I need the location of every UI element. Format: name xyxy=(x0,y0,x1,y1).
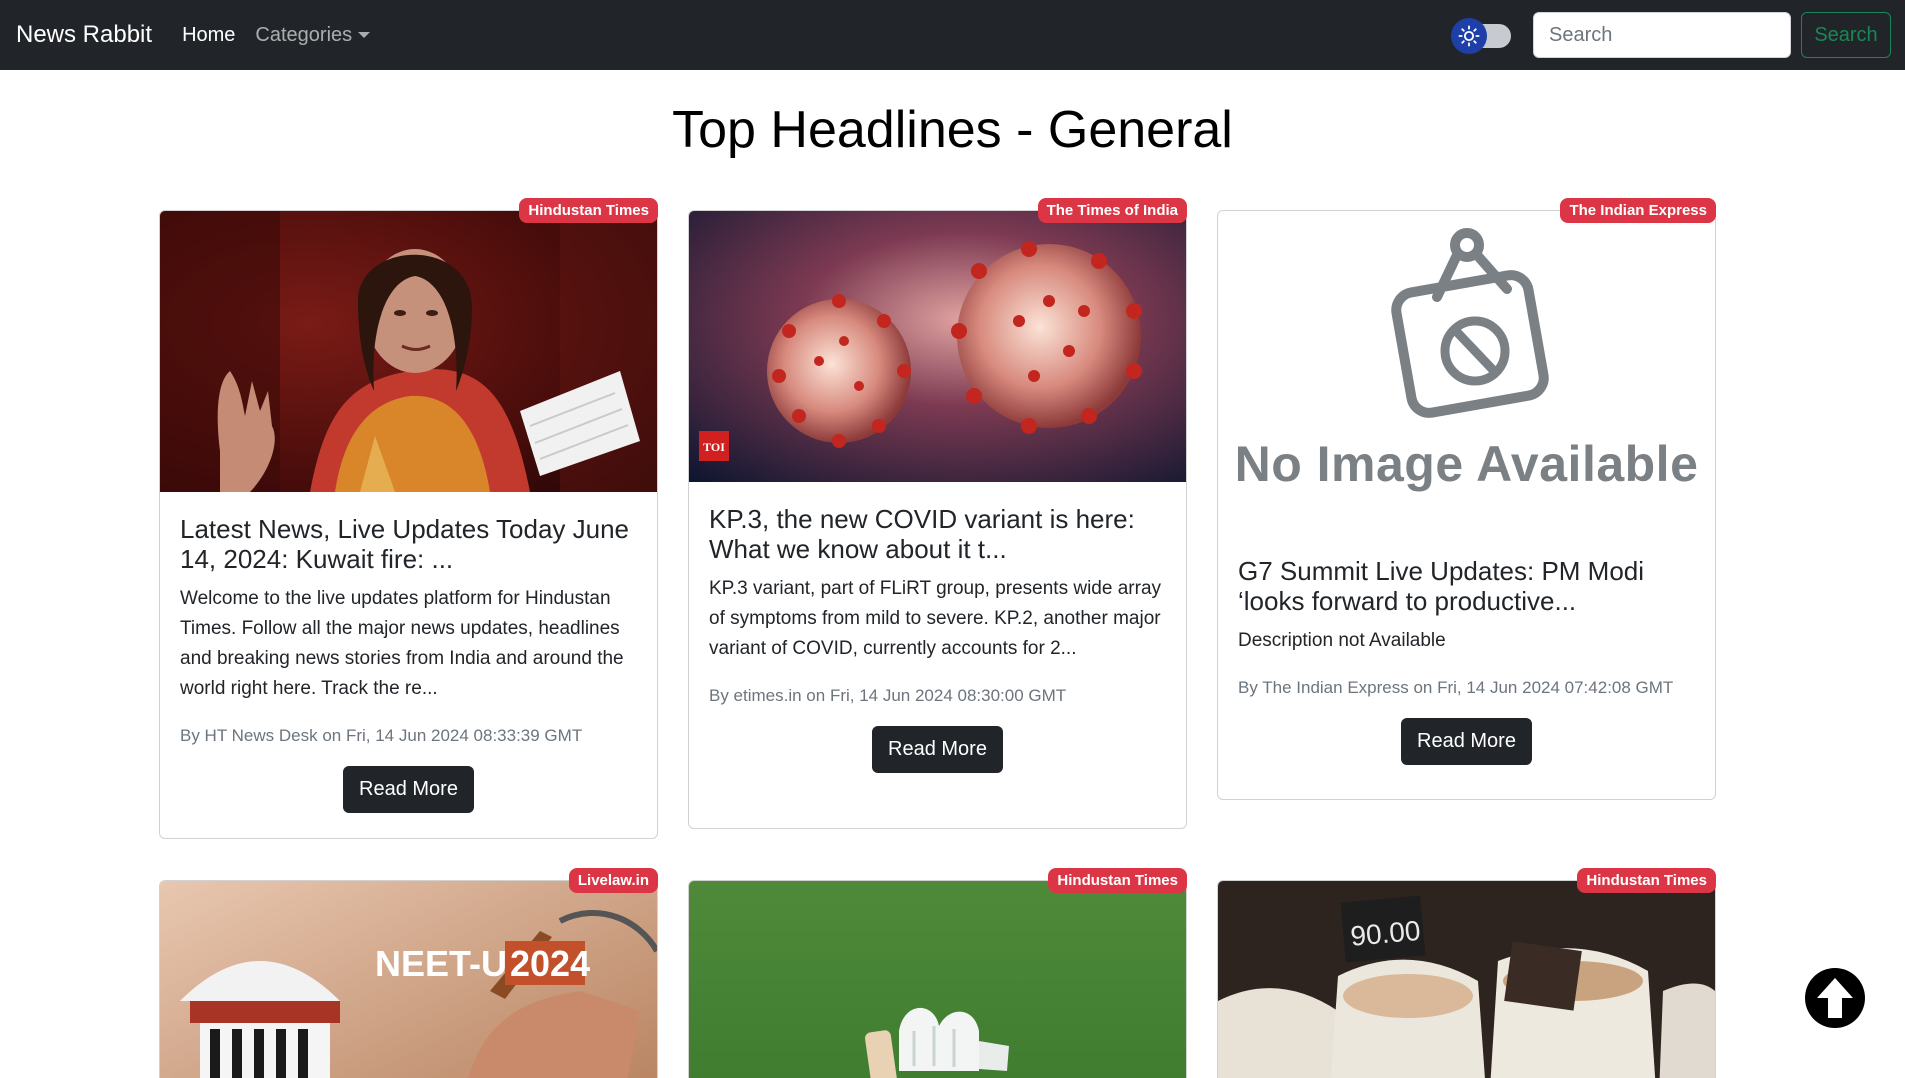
news-card: Hindustan Times xyxy=(688,868,1187,1078)
page-title: Top Headlines - General xyxy=(672,101,1233,159)
article-meta: By etimes.in on Fri, 14 Jun 2024 08:30:0… xyxy=(709,686,1067,705)
search-button[interactable]: Search xyxy=(1801,12,1891,58)
card-body: Latest News, Live Updates Today June 14,… xyxy=(160,492,657,813)
arrow-up-icon xyxy=(1817,978,1853,1018)
caret-down-icon xyxy=(358,32,371,38)
news-card: Hindustan Times 90.00 xyxy=(1217,868,1716,1078)
article-title: G7 Summit Live Updates: PM Modi ‘looks f… xyxy=(1238,556,1645,616)
no-image-icon xyxy=(1390,228,1549,418)
article-title: Latest News, Live Updates Today June 14,… xyxy=(180,514,630,574)
source-badge: Hindustan Times xyxy=(1577,868,1716,893)
source-badge: The Indian Express xyxy=(1560,198,1716,223)
scroll-to-top-button[interactable] xyxy=(1805,968,1865,1028)
source-badge: The Times of India xyxy=(1037,198,1187,223)
search-input[interactable] xyxy=(1533,12,1791,58)
article-image xyxy=(160,211,657,492)
source-badge: Hindustan Times xyxy=(519,198,658,223)
card-body: G7 Summit Live Updates: PM Modi ‘looks f… xyxy=(1218,556,1715,765)
neet-year-text: 2024 xyxy=(510,943,590,984)
sun-icon xyxy=(1451,18,1487,54)
nav-categories-label: Categories xyxy=(255,23,353,46)
article-description: KP.3 variant, part of FLiRT group, prese… xyxy=(709,578,1162,659)
no-image-text: No Image Available xyxy=(1234,436,1699,492)
article-description: Description not Available xyxy=(1238,630,1446,651)
source-badge: Livelaw.in xyxy=(568,868,658,893)
brand-link[interactable]: News Rabbit xyxy=(16,21,152,49)
article-description: Welcome to the live updates platform for… xyxy=(180,588,624,699)
nav-categories-dropdown[interactable]: Categories xyxy=(255,23,371,47)
nav-home-link[interactable]: Home xyxy=(182,24,235,47)
article-image: TOI xyxy=(689,211,1186,482)
article-image: 90.00 xyxy=(1218,881,1715,1078)
news-card: Hindustan Times Latest News, Live Update… xyxy=(159,198,658,839)
no-image-placeholder: No Image Available xyxy=(1218,211,1715,556)
nav-right-group: Search xyxy=(1451,12,1891,58)
article-meta: By The Indian Express on Fri, 14 Jun 202… xyxy=(1238,678,1674,697)
theme-toggle[interactable] xyxy=(1451,18,1513,54)
article-title: KP.3, the new COVID variant is here: Wha… xyxy=(709,504,1135,564)
news-card: Livelaw.in NEET-UG 2024 xyxy=(159,868,658,1078)
source-badge: Hindustan Times xyxy=(1048,868,1187,893)
read-more-button[interactable]: Read More xyxy=(1401,718,1532,765)
price-tag-text: 90.00 xyxy=(1349,915,1422,952)
card-body: KP.3, the new COVID variant is here: Wha… xyxy=(689,482,1186,773)
read-more-button[interactable]: Read More xyxy=(872,726,1003,773)
read-more-button[interactable]: Read More xyxy=(343,766,474,813)
article-image xyxy=(689,881,1186,1078)
news-card: The Indian Express No Image Available G7… xyxy=(1217,198,1716,800)
navbar: News Rabbit Home Categories Search xyxy=(0,0,1905,70)
toi-logo: TOI xyxy=(703,440,725,454)
article-meta: By HT News Desk on Fri, 14 Jun 2024 08:3… xyxy=(180,726,583,745)
article-image: NEET-UG 2024 xyxy=(160,881,657,1078)
news-card: The Times of India TOI KP.3, the new COV… xyxy=(688,198,1187,829)
